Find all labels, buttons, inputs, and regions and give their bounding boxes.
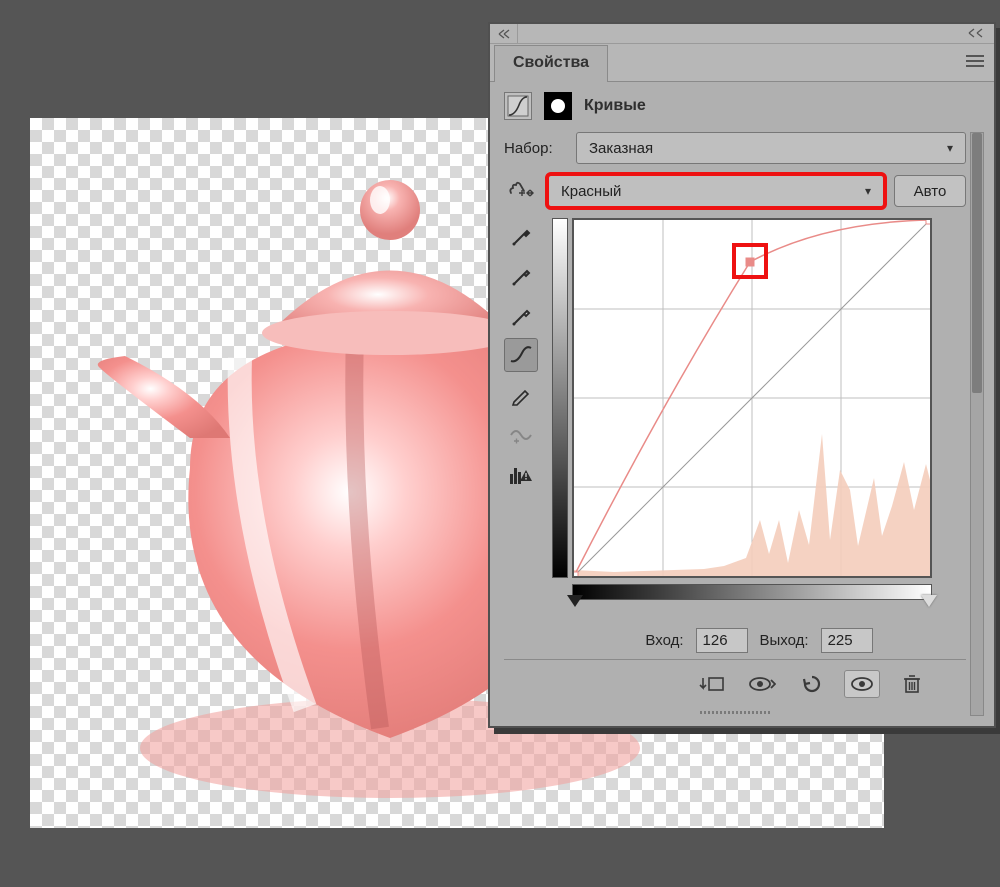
pencil-icon[interactable] — [504, 378, 538, 412]
curve-edit-icon[interactable] — [504, 338, 538, 372]
curves-graph[interactable] — [572, 218, 932, 578]
auto-button[interactable]: Авто — [894, 175, 966, 207]
adjustment-header: Кривые — [490, 82, 994, 126]
tab-properties[interactable]: Свойства — [494, 45, 608, 82]
input-gradient[interactable] — [572, 584, 932, 600]
chevron-down-icon: ▾ — [865, 184, 871, 198]
preset-label: Набор: — [504, 140, 566, 157]
curves-icon — [504, 92, 532, 120]
resize-grip[interactable] — [504, 708, 966, 716]
panel-tab-strip: Свойства — [490, 44, 994, 82]
histogram-warn-icon[interactable] — [504, 458, 538, 492]
preset-select[interactable]: Заказная ▾ — [576, 132, 966, 164]
collapse-panel-button[interactable] — [490, 24, 518, 43]
properties-panel: Свойства Кривые Набор: Заказная ▾ — [488, 22, 996, 728]
white-point-slider[interactable] — [921, 595, 937, 607]
panel-footer — [504, 659, 966, 708]
mask-icon[interactable] — [544, 92, 572, 120]
input-value-field[interactable] — [696, 628, 748, 653]
clip-to-layer-icon[interactable] — [694, 670, 730, 698]
output-gradient — [552, 218, 568, 578]
curve-tool-column — [504, 218, 540, 653]
panel-titlebar — [490, 24, 994, 44]
view-previous-icon[interactable] — [744, 670, 780, 698]
panel-menu-button[interactable] — [966, 54, 984, 71]
visibility-icon[interactable] — [844, 670, 880, 698]
targeted-adjust-icon[interactable] — [504, 174, 538, 208]
reset-icon[interactable] — [794, 670, 830, 698]
channel-value: Красный — [561, 183, 621, 200]
delete-icon[interactable] — [894, 670, 930, 698]
smooth-icon[interactable] — [504, 418, 538, 452]
adjustment-title: Кривые — [584, 97, 646, 115]
input-label: Вход: — [645, 632, 683, 649]
eyedropper-white-icon[interactable] — [504, 298, 538, 332]
output-label: Выход: — [760, 632, 809, 649]
channel-select[interactable]: Красный ▾ — [548, 175, 884, 207]
panel-scrollbar[interactable] — [970, 132, 984, 716]
output-value-field[interactable] — [821, 628, 873, 653]
black-point-slider[interactable] — [567, 595, 583, 607]
eyedropper-gray-icon[interactable] — [504, 258, 538, 292]
eyedropper-black-icon[interactable] — [504, 218, 538, 252]
preset-value: Заказная — [589, 140, 653, 157]
chevron-down-icon: ▾ — [947, 141, 953, 155]
expand-chevron-icon[interactable] — [958, 27, 994, 41]
